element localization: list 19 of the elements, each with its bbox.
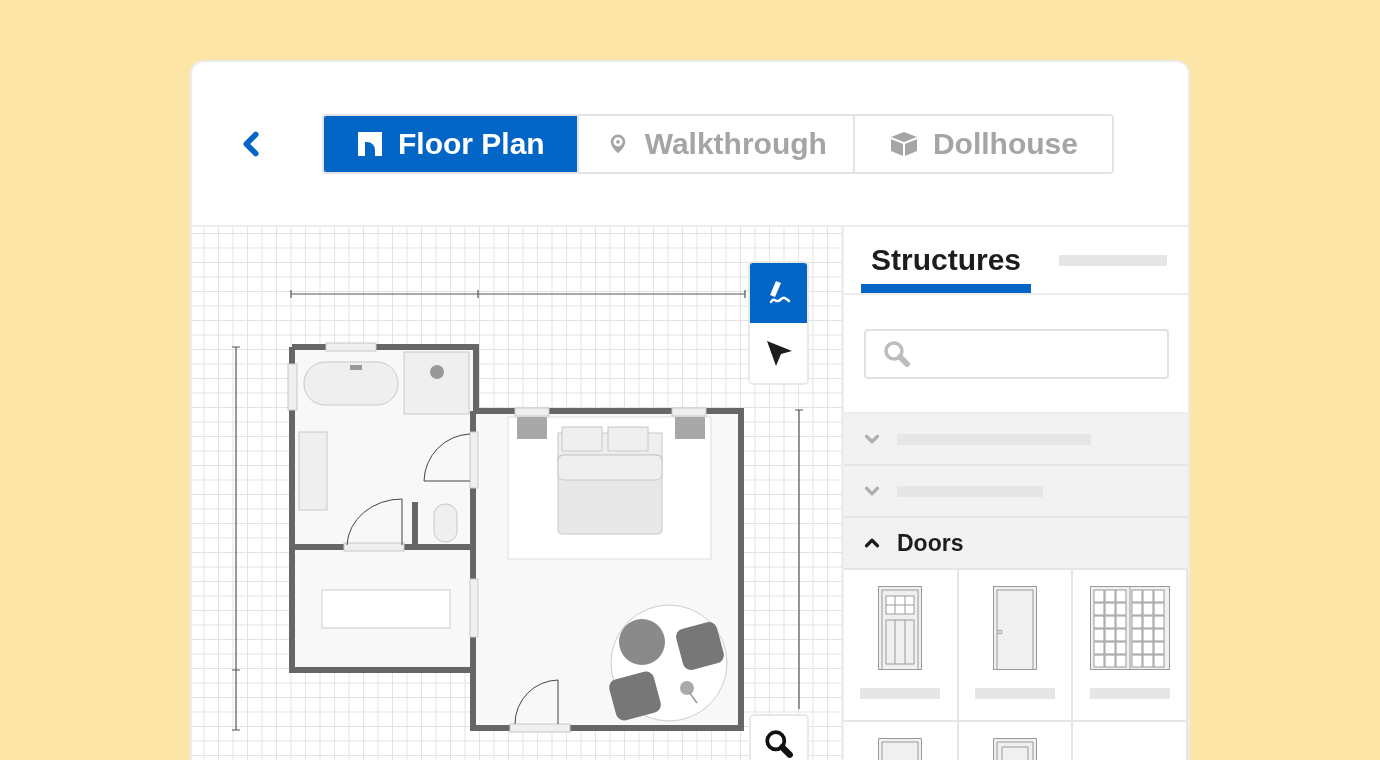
search-icon (882, 339, 911, 368)
door-item[interactable] (1073, 570, 1188, 722)
paneled-door-icon (878, 586, 923, 670)
door-item[interactable] (844, 570, 959, 722)
zoom-button[interactable] (749, 714, 809, 760)
pen-tool-button[interactable] (750, 263, 807, 323)
plain-door-icon (993, 586, 1037, 670)
section-header[interactable]: Doors (844, 518, 1188, 570)
panel-tab[interactable]: Structures (861, 227, 1032, 293)
floor-plan-icon (356, 129, 384, 158)
section-header[interactable] (844, 414, 1188, 466)
cube-icon (888, 129, 919, 158)
door-item[interactable] (958, 570, 1074, 722)
magnifier-icon (764, 729, 794, 759)
french-door-icon (1089, 586, 1170, 670)
view-tab[interactable]: Floor Plan (324, 115, 577, 172)
search-field[interactable] (863, 328, 1169, 379)
section-header[interactable] (844, 466, 1188, 518)
placeholder-tab[interactable] (1059, 254, 1168, 266)
